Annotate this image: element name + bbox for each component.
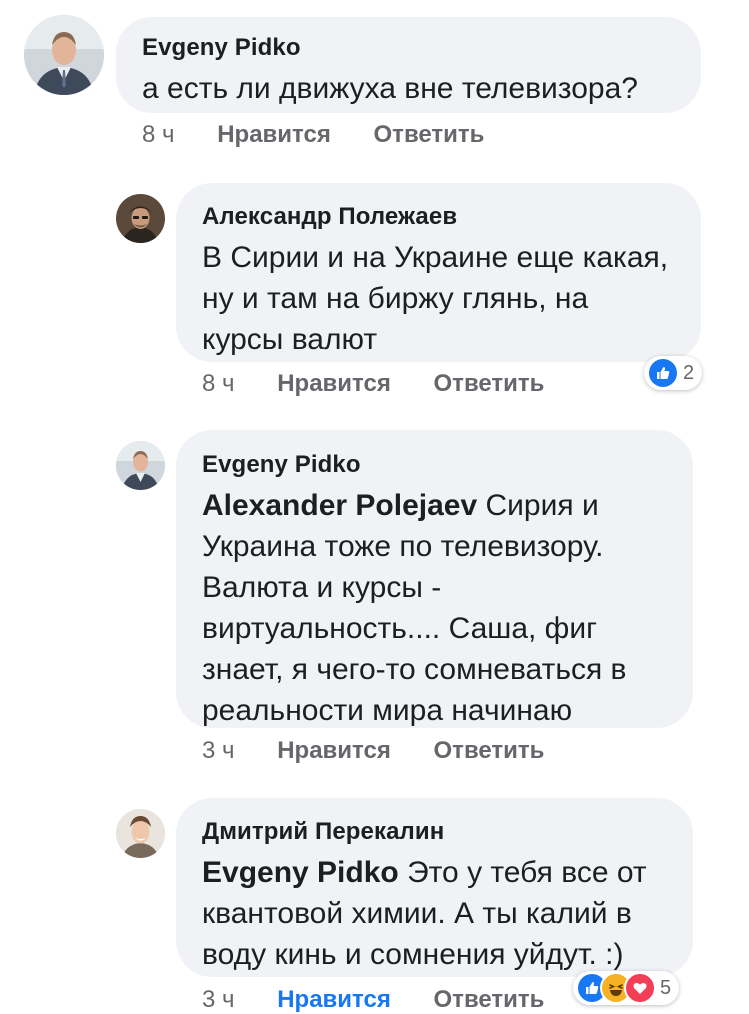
mention-link[interactable]: Alexander Polejaev <box>202 489 477 522</box>
comment-actions: 8 ч Нравится Ответить <box>202 370 544 398</box>
comment-timestamp[interactable]: 3 ч <box>202 986 235 1014</box>
comment-text: В Сирии и на Украине еще какая, ну и там… <box>202 241 669 356</box>
comment-bubble: Александр Полежаев В Сирии и на Украине … <box>176 183 701 362</box>
comment-actions: 3 ч Нравится Ответить <box>202 737 544 765</box>
avatar[interactable] <box>116 441 165 490</box>
comment-author[interactable]: Александр Полежаев <box>202 203 675 231</box>
comment-author[interactable]: Дмитрий Перекалин <box>202 818 667 846</box>
reaction-count: 2 <box>683 361 695 384</box>
reply-button[interactable]: Ответить <box>434 986 545 1014</box>
love-icon <box>624 972 656 1004</box>
reaction-count: 5 <box>660 976 672 999</box>
reactions-summary[interactable]: 5 <box>573 971 680 1005</box>
like-button[interactable]: Нравится <box>217 121 331 149</box>
comment-text: Alexander Polejaev Сирия и Украина тоже … <box>202 485 667 731</box>
comment-author[interactable]: Evgeny Pidko <box>202 451 667 479</box>
comment-actions: 8 ч Нравится Ответить <box>142 121 484 149</box>
reply-button[interactable]: Ответить <box>374 121 485 149</box>
avatar[interactable] <box>116 194 165 243</box>
comment-timestamp[interactable]: 8 ч <box>142 121 175 149</box>
mention-link[interactable]: Evgeny Pidko <box>202 856 399 889</box>
comment-timestamp[interactable]: 8 ч <box>202 370 235 398</box>
like-button[interactable]: Нравится <box>277 370 391 398</box>
avatar[interactable] <box>24 15 104 95</box>
comment-timestamp[interactable]: 3 ч <box>202 737 235 765</box>
like-button[interactable]: Нравится <box>277 986 391 1014</box>
avatar[interactable] <box>116 809 165 858</box>
reactions-summary[interactable]: 2 <box>644 356 703 390</box>
reply-button[interactable]: Ответить <box>434 370 545 398</box>
comment-text: а есть ли движуха вне телевизора? <box>142 72 638 105</box>
like-icon <box>647 357 679 389</box>
comment-bubble: Evgeny Pidko а есть ли движуха вне телев… <box>116 17 701 113</box>
comment-author[interactable]: Evgeny Pidko <box>142 34 675 62</box>
comment-actions: 3 ч Нравится Ответить <box>202 986 544 1014</box>
like-button[interactable]: Нравится <box>277 737 391 765</box>
comment-text: Evgeny Pidko Это у тебя все от квантовой… <box>202 852 667 975</box>
comment-body: Сирия и Украина тоже по телевизору. Валю… <box>202 489 627 727</box>
comment-bubble: Дмитрий Перекалин Evgeny Pidko Это у теб… <box>176 798 693 977</box>
comment-bubble: Evgeny Pidko Alexander Polejaev Сирия и … <box>176 430 693 728</box>
reply-button[interactable]: Ответить <box>434 737 545 765</box>
